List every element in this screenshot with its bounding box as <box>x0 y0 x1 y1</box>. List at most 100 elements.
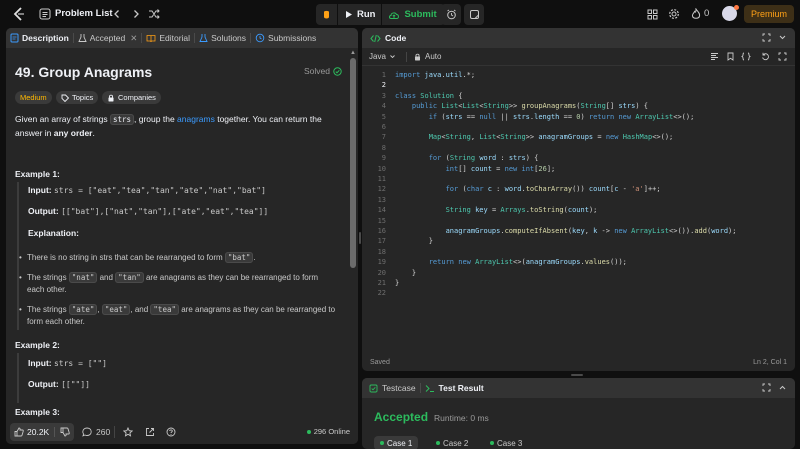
code-line[interactable]: 2 <box>362 80 795 91</box>
bullet-text: and <box>97 273 116 282</box>
collapse-icon[interactable] <box>778 383 787 392</box>
case-tab-1[interactable]: Case 1 <box>374 436 419 449</box>
bookmark-icon[interactable] <box>726 52 735 61</box>
fullscreen-icon[interactable] <box>778 52 787 61</box>
tab-description[interactable]: Description <box>6 28 73 48</box>
code-line[interactable]: 15 <box>362 216 795 227</box>
lock-icon <box>415 53 420 60</box>
timer-button[interactable] <box>441 4 461 25</box>
reset-icon[interactable] <box>761 52 770 61</box>
code-line[interactable]: 16 anagramGroups.computeIfAbsent(key, k … <box>362 226 795 237</box>
companies-button[interactable]: Companies <box>102 91 161 104</box>
code-line[interactable]: 17 } <box>362 236 795 247</box>
submit-button[interactable]: Submit <box>382 4 444 25</box>
tab-code[interactable]: Code <box>362 28 410 48</box>
settings-gear-icon[interactable] <box>667 7 681 21</box>
code-line[interactable]: 7 Map<String, List<String>> anagramGroup… <box>362 132 795 143</box>
premium-button[interactable]: Premium <box>744 5 794 23</box>
code-line[interactable]: 22 <box>362 288 795 299</box>
run-button[interactable]: Run <box>338 4 381 25</box>
line-number: 11 <box>377 175 386 183</box>
prev-problem-icon[interactable] <box>110 7 124 21</box>
code-line[interactable]: 14 String key = Arrays.toString(count); <box>362 205 795 216</box>
thumbs-up-icon[interactable] <box>14 427 24 437</box>
editor-scrollbar[interactable] <box>785 68 791 348</box>
scroll-thumb[interactable] <box>350 58 356 268</box>
anagrams-link[interactable]: anagrams <box>177 114 215 124</box>
code-line[interactable]: 11 <box>362 174 795 185</box>
topics-button[interactable]: Topics <box>56 91 99 104</box>
code-line[interactable]: 12 for (char c : word.toCharArray()) cou… <box>362 184 795 195</box>
input-label: Input: <box>28 185 52 195</box>
code-line[interactable]: 3 class Solution { <box>362 91 795 102</box>
notes-button[interactable] <box>464 4 484 25</box>
maximize-icon[interactable] <box>762 383 771 392</box>
debug-button[interactable] <box>316 4 337 25</box>
code-line[interactable]: 8 <box>362 143 795 154</box>
close-tab-icon[interactable]: ✕ <box>130 33 137 44</box>
scroll-up-icon[interactable]: ▲ <box>350 50 356 56</box>
editor-status-bar: Saved Ln 2, Col 1 <box>362 353 795 371</box>
code-line[interactable]: 13 <box>362 195 795 206</box>
format-icon[interactable] <box>710 52 719 61</box>
streak-fire-icon[interactable] <box>689 7 703 21</box>
input-value: strs = ["eat","tea","tan","ate","nat","b… <box>53 186 266 195</box>
tab-solutions[interactable]: Solutions <box>195 28 250 48</box>
tab-accepted[interactable]: Accepted ✕ <box>74 28 142 48</box>
chevron-down-icon <box>390 55 395 59</box>
description-scrollbar[interactable]: ▼ ▲ <box>349 50 357 444</box>
thumbs-down-icon[interactable] <box>60 427 70 437</box>
tab-test-result[interactable]: Test Result <box>421 378 488 398</box>
tab-editorial[interactable]: Editorial <box>142 28 194 48</box>
case-tab-3[interactable]: Case 3 <box>484 436 528 449</box>
problem-list-link[interactable]: Problem List <box>55 8 113 19</box>
layout-grid-icon[interactable] <box>645 7 659 21</box>
line-content: for (char c : word.toCharArray()) count[… <box>445 185 661 194</box>
problem-list-icon[interactable] <box>38 7 52 21</box>
shuffle-icon[interactable] <box>147 7 161 21</box>
page-title: 49. Group Anagrams <box>15 64 153 80</box>
run-label: Run <box>357 9 376 20</box>
line-number: 21 <box>377 279 386 287</box>
line-number: 13 <box>377 195 386 204</box>
output-value: [["bat"],["nat","tan"],["ate","eat","tea… <box>61 207 269 216</box>
code-editor[interactable]: 1 import java.util.*; 2 3 class Solution {4 … <box>362 68 795 348</box>
inline-code: "tan" <box>115 272 144 283</box>
case-tab-2[interactable]: Case 2 <box>430 436 474 449</box>
vertical-resize-handle[interactable] <box>359 232 361 244</box>
star-icon[interactable] <box>123 427 133 437</box>
code-line[interactable]: 19 return new ArrayList<>(anagramGroups.… <box>362 257 795 268</box>
code-line[interactable]: 10 int[] count = new int[26]; <box>362 164 795 175</box>
comments-button[interactable]: 260 <box>82 427 110 437</box>
share-icon[interactable] <box>145 427 155 437</box>
explanation-bullet: There is no string in strs that can be r… <box>19 252 337 264</box>
code-line[interactable]: 4 public List<List<String>> groupAnagram… <box>362 101 795 112</box>
maximize-icon[interactable] <box>762 33 771 42</box>
code-line[interactable]: 20 } <box>362 268 795 279</box>
code-line[interactable]: 9 for (String word : strs) { <box>362 153 795 164</box>
collapse-icon[interactable] <box>778 33 787 42</box>
next-problem-icon[interactable] <box>129 7 143 21</box>
line-content: class Solution { <box>395 91 463 100</box>
line-number: 15 <box>377 216 386 225</box>
leetcode-logo-icon[interactable] <box>12 7 26 21</box>
bullet-text: , and <box>130 305 151 314</box>
language-select[interactable]: Java <box>369 52 396 61</box>
like-count: 20.2K <box>27 427 50 437</box>
help-icon[interactable] <box>166 427 176 437</box>
tag-icon <box>61 94 69 102</box>
line-number: 19 <box>377 258 386 267</box>
tab-testcase[interactable]: Testcase <box>362 378 420 398</box>
code-line[interactable]: 6 <box>362 122 795 133</box>
code-line[interactable]: 18 <box>362 247 795 258</box>
line-content: for (String word : strs) { <box>428 154 539 163</box>
tab-submissions[interactable]: Submissions <box>251 28 320 48</box>
auto-mode-toggle[interactable]: Auto <box>414 52 441 61</box>
horizontal-resize-handle[interactable] <box>571 374 583 376</box>
difficulty-badge[interactable]: Medium <box>15 91 52 104</box>
braces-icon[interactable] <box>741 52 751 61</box>
code-line[interactable]: 1 import java.util.*; <box>362 70 795 81</box>
code-line[interactable]: 21} <box>362 278 795 289</box>
code-line[interactable]: 5 if (strs == null || strs.length == 0) … <box>362 112 795 123</box>
description-footer: 20.2K 260 296 Online <box>6 420 358 444</box>
